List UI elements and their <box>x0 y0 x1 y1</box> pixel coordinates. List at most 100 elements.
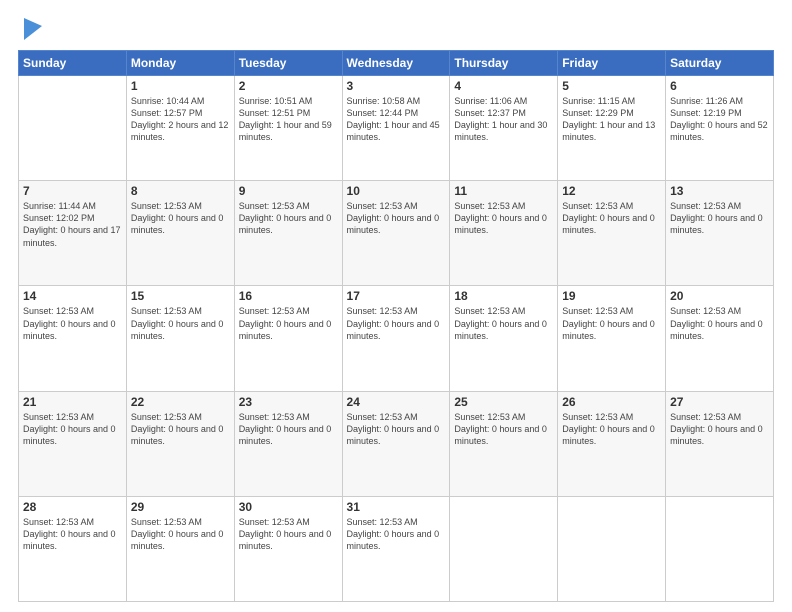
calendar-week-3: 14Sunset: 12:53 AM Daylight: 0 hours and… <box>19 286 774 391</box>
calendar-cell: 6 Sunrise: 11:26 AM Sunset: 12:19 PM Dayl… <box>666 76 774 181</box>
day-info: Sunset: 12:53 AM Daylight: 0 hours and 0… <box>562 305 661 341</box>
calendar-cell: 13 Sunset: 12:53 AM Daylight: 0 hours and… <box>666 181 774 286</box>
calendar-header-thursday: Thursday <box>450 51 558 76</box>
calendar-cell: 30Sunset: 12:53 AM Daylight: 0 hours and… <box>234 496 342 601</box>
day-number: 11 <box>454 184 553 198</box>
day-info: Sunset: 12:53 AM Daylight: 0 hours and 0… <box>131 516 230 552</box>
calendar-week-4: 21 Sunset: 12:53 AM Daylight: 0 hours and… <box>19 391 774 496</box>
calendar-cell <box>558 496 666 601</box>
calendar-cell: 2 Sunrise: 10:51 AM Sunset: 12:51 PM Dayl… <box>234 76 342 181</box>
day-info: Sunrise: 10:44 AM Sunset: 12:57 PM Dayli… <box>131 95 230 144</box>
calendar-cell: 29 Sunset: 12:53 AM Daylight: 0 hours and… <box>126 496 234 601</box>
calendar-header-saturday: Saturday <box>666 51 774 76</box>
calendar-cell: 14Sunset: 12:53 AM Daylight: 0 hours and… <box>19 286 127 391</box>
calendar-cell: 27 Sunset: 12:53 AM Daylight: 0 hours and… <box>666 391 774 496</box>
logo <box>18 18 42 40</box>
calendar-cell <box>450 496 558 601</box>
day-number: 30 <box>239 500 338 514</box>
day-number: 9 <box>239 184 338 198</box>
calendar-cell: 17Sunset: 12:53 AM Daylight: 0 hours and… <box>342 286 450 391</box>
day-number: 26 <box>562 395 661 409</box>
day-info: Sunset: 12:53 AM Daylight: 0 hours and 0… <box>454 305 553 341</box>
day-info: Sunrise: 11:26 AM Sunset: 12:19 PM Dayli… <box>670 95 769 144</box>
day-number: 15 <box>131 289 230 303</box>
calendar-cell: 3 Sunrise: 10:58 AM Sunset: 12:44 PM Dayl… <box>342 76 450 181</box>
day-info: Sunset: 12:53 AM Daylight: 0 hours and 0… <box>454 200 553 236</box>
day-info: Sunset: 12:53 AM Daylight: 0 hours and 0… <box>23 516 122 552</box>
day-number: 22 <box>131 395 230 409</box>
day-number: 5 <box>562 79 661 93</box>
day-number: 3 <box>347 79 446 93</box>
calendar-cell: 8 Sunset: 12:53 AM Daylight: 0 hours and … <box>126 181 234 286</box>
day-number: 18 <box>454 289 553 303</box>
day-info: Sunrise: 10:58 AM Sunset: 12:44 PM Dayli… <box>347 95 446 144</box>
calendar-header-monday: Monday <box>126 51 234 76</box>
calendar-cell: 16Sunset: 12:53 AM Daylight: 0 hours and… <box>234 286 342 391</box>
day-number: 16 <box>239 289 338 303</box>
calendar-cell: 31 Sunset: 12:53 AM Daylight: 0 hours and… <box>342 496 450 601</box>
day-info: Sunset: 12:53 AM Daylight: 0 hours and 0… <box>670 305 769 341</box>
logo-icon <box>24 18 42 40</box>
calendar-cell: 15 Sunset: 12:53 AM Daylight: 0 hours and… <box>126 286 234 391</box>
calendar-week-5: 28 Sunset: 12:53 AM Daylight: 0 hours and… <box>19 496 774 601</box>
day-number: 13 <box>670 184 769 198</box>
day-number: 2 <box>239 79 338 93</box>
day-info: Sunset: 12:53 AM Daylight: 0 hours and 0… <box>347 305 446 341</box>
day-number: 24 <box>347 395 446 409</box>
day-number: 8 <box>131 184 230 198</box>
calendar-table: SundayMondayTuesdayWednesdayThursdayFrid… <box>18 50 774 602</box>
calendar-cell: 18 Sunset: 12:53 AM Daylight: 0 hours and… <box>450 286 558 391</box>
day-info: Sunset: 12:53 AM Daylight: 0 hours and 0… <box>347 411 446 447</box>
calendar-header-sunday: Sunday <box>19 51 127 76</box>
calendar-cell: 25 Sunset: 12:53 AM Daylight: 0 hours and… <box>450 391 558 496</box>
day-info: Sunset: 12:53 AM Daylight: 0 hours and 0… <box>670 411 769 447</box>
day-number: 29 <box>131 500 230 514</box>
day-info: Sunset: 12:53 AM Daylight: 0 hours and 0… <box>562 411 661 447</box>
calendar-cell: 20 Sunset: 12:53 AM Daylight: 0 hours and… <box>666 286 774 391</box>
day-number: 31 <box>347 500 446 514</box>
day-info: Sunset: 12:53 AM Daylight: 0 hours and 0… <box>23 305 122 341</box>
calendar-cell: 4 Sunrise: 11:06 AM Sunset: 12:37 PM Dayl… <box>450 76 558 181</box>
day-number: 21 <box>23 395 122 409</box>
calendar-cell: 19 Sunset: 12:53 AM Daylight: 0 hours and… <box>558 286 666 391</box>
calendar-cell: 28 Sunset: 12:53 AM Daylight: 0 hours and… <box>19 496 127 601</box>
day-number: 28 <box>23 500 122 514</box>
day-info: Sunset: 12:53 AM Daylight: 0 hours and 0… <box>454 411 553 447</box>
calendar-week-2: 7 Sunrise: 11:44 AM Sunset: 12:02 PM Dayl… <box>19 181 774 286</box>
day-info: Sunset: 12:53 AM Daylight: 0 hours and 0… <box>23 411 122 447</box>
calendar-cell: 1 Sunrise: 10:44 AM Sunset: 12:57 PM Dayl… <box>126 76 234 181</box>
day-number: 27 <box>670 395 769 409</box>
day-info: Sunrise: 11:44 AM Sunset: 12:02 PM Dayli… <box>23 200 122 249</box>
calendar-header-wednesday: Wednesday <box>342 51 450 76</box>
day-number: 25 <box>454 395 553 409</box>
calendar-cell <box>19 76 127 181</box>
calendar-cell <box>666 496 774 601</box>
calendar-cell: 22 Sunset: 12:53 AM Daylight: 0 hours and… <box>126 391 234 496</box>
page: SundayMondayTuesdayWednesdayThursdayFrid… <box>0 0 792 612</box>
day-number: 19 <box>562 289 661 303</box>
calendar-header-tuesday: Tuesday <box>234 51 342 76</box>
header <box>18 18 774 40</box>
calendar-header-row: SundayMondayTuesdayWednesdayThursdayFrid… <box>19 51 774 76</box>
day-info: Sunset: 12:53 AM Daylight: 0 hours and 0… <box>347 200 446 236</box>
calendar-cell: 10Sunset: 12:53 AM Daylight: 0 hours and… <box>342 181 450 286</box>
day-info: Sunrise: 10:51 AM Sunset: 12:51 PM Dayli… <box>239 95 338 144</box>
day-number: 20 <box>670 289 769 303</box>
calendar-cell: 21 Sunset: 12:53 AM Daylight: 0 hours and… <box>19 391 127 496</box>
day-number: 4 <box>454 79 553 93</box>
calendar-cell: 11 Sunset: 12:53 AM Daylight: 0 hours and… <box>450 181 558 286</box>
day-info: Sunset: 12:53 AM Daylight: 0 hours and 0… <box>131 200 230 236</box>
day-info: Sunset: 12:53 AM Daylight: 0 hours and 0… <box>562 200 661 236</box>
day-info: Sunset: 12:53 AM Daylight: 0 hours and 0… <box>131 411 230 447</box>
day-info: Sunset: 12:53 AM Daylight: 0 hours and 0… <box>239 200 338 236</box>
day-info: Sunset: 12:53 AM Daylight: 0 hours and 0… <box>670 200 769 236</box>
day-info: Sunset: 12:53 AM Daylight: 0 hours and 0… <box>131 305 230 341</box>
day-info: Sunset: 12:53 AM Daylight: 0 hours and 0… <box>347 516 446 552</box>
day-info: Sunrise: 11:15 AM Sunset: 12:29 PM Dayli… <box>562 95 661 144</box>
calendar-week-1: 1 Sunrise: 10:44 AM Sunset: 12:57 PM Dayl… <box>19 76 774 181</box>
day-number: 7 <box>23 184 122 198</box>
day-number: 6 <box>670 79 769 93</box>
calendar-header-friday: Friday <box>558 51 666 76</box>
day-info: Sunrise: 11:06 AM Sunset: 12:37 PM Dayli… <box>454 95 553 144</box>
day-number: 1 <box>131 79 230 93</box>
